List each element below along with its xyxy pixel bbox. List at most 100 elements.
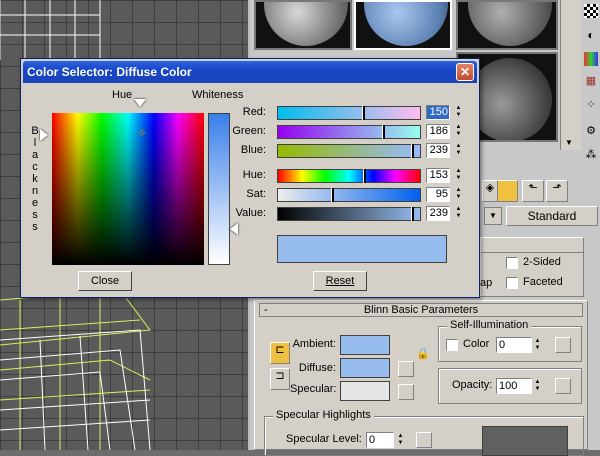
go-to-parent-icon[interactable]: ⬑ [522, 180, 544, 202]
sample-slot-scrollbar[interactable] [560, 0, 581, 150]
opacity-label: Opacity: [452, 379, 493, 391]
value-slider[interactable] [277, 207, 421, 221]
hue-value-field[interactable]: 153 [426, 168, 450, 183]
material-editor-side-toolbar: ◐ ▦ ⁘ ⚙ ⁂ [582, 0, 600, 170]
specular-level-spinner[interactable]: ▲ ▼ [396, 433, 405, 447]
select-by-material-icon[interactable]: ⁂ [584, 148, 598, 162]
sat-slider-thumb[interactable] [331, 188, 334, 202]
blackness-letter: k [32, 173, 38, 185]
specular-map-button[interactable] [398, 384, 414, 400]
material-name-dropdown-arrow-icon[interactable]: ▼ [484, 207, 502, 225]
opacity-map-button[interactable] [555, 378, 571, 394]
blackness-letter: s [32, 221, 38, 233]
red-value-field[interactable]: 150 [426, 105, 450, 120]
specular-level-label: Specular Level: [286, 433, 362, 445]
sample-sphere [468, 2, 552, 46]
lock-ambient-link-icon[interactable]: ⊐ [270, 368, 290, 390]
value-value-field[interactable]: 239 [426, 206, 450, 221]
opacity-field[interactable]: 100 [496, 378, 532, 394]
lock-icon[interactable]: 🔒 [416, 347, 430, 361]
two-sided-checkbox[interactable] [506, 257, 518, 269]
opacity-spinner[interactable]: ▲ ▼ [533, 379, 542, 393]
blackness-letter: n [31, 185, 39, 197]
sample-slot-3[interactable] [456, 0, 558, 50]
result-color-swatch [277, 235, 447, 263]
blinn-rollout-header[interactable]: - Blinn Basic Parameters [259, 303, 583, 317]
color-selector-dialog: Color Selector: Diffuse Color ✕ Hue Whit… [20, 58, 480, 298]
self-illum-spinner[interactable]: ▲ ▼ [533, 338, 542, 352]
self-illum-color-checkbox[interactable] [446, 339, 458, 351]
blue-spinner[interactable]: ▲ ▼ [454, 143, 463, 157]
red-spinner[interactable]: ▲ ▼ [454, 105, 463, 119]
scroll-down-arrow-icon[interactable]: ▼ [562, 138, 576, 148]
hue-slider-thumb[interactable] [363, 169, 366, 183]
green-value-field[interactable]: 186 [426, 124, 450, 139]
faceted-checkbox[interactable] [506, 277, 518, 289]
show-map-in-viewport-icon[interactable]: ◈ [482, 180, 498, 202]
material-map-navigator-icon[interactable] [496, 180, 518, 202]
blackness-letter: B [31, 125, 39, 137]
diffuse-label: Diffuse: [298, 362, 336, 374]
faceted-label: Faceted [523, 276, 563, 288]
close-icon[interactable]: ✕ [456, 63, 474, 81]
make-preview-icon[interactable]: ⁘ [584, 98, 598, 112]
sat-slider[interactable] [277, 188, 421, 202]
self-illum-map-button[interactable] [555, 337, 571, 353]
ambient-diffuse-lock-toggle-icon[interactable]: ⊏ [270, 342, 290, 364]
material-type-button[interactable]: Standard [506, 206, 598, 226]
blue-label: Blue: [240, 144, 266, 156]
video-color-check-icon[interactable]: ▦ [584, 74, 598, 88]
hue-spinner[interactable]: ▲ ▼ [454, 168, 463, 182]
sat-label: Sat: [246, 188, 266, 200]
sat-spinner[interactable]: ▲ ▼ [454, 187, 463, 201]
blue-slider-thumb[interactable] [411, 144, 414, 158]
reset-button[interactable]: Reset [313, 271, 367, 291]
blackness-pointer-icon[interactable] [40, 129, 48, 141]
sat-value-field[interactable]: 95 [426, 187, 450, 202]
dialog-title-bar[interactable]: Color Selector: Diffuse Color ✕ [23, 61, 477, 83]
hue-blackness-picker[interactable]: ✧ [52, 113, 204, 265]
value-spinner[interactable]: ▲ ▼ [454, 206, 463, 220]
close-button[interactable]: Close [78, 271, 132, 291]
specular-color-swatch[interactable] [340, 381, 390, 401]
map-label-fragment: ap [480, 277, 493, 289]
blackness-letter: l [33, 137, 37, 149]
self-illum-value-field[interactable]: 0 [496, 337, 532, 353]
red-slider-thumb[interactable] [362, 106, 365, 120]
backlight-icon[interactable]: ◐ [584, 28, 598, 42]
rollout-header[interactable] [481, 238, 583, 253]
whiteness-pointer-icon[interactable] [230, 223, 238, 235]
specular-label: Specular: [290, 383, 337, 395]
diffuse-color-swatch[interactable] [340, 358, 390, 378]
sample-slot-2[interactable] [354, 0, 452, 50]
highlight-curve-graph [482, 426, 568, 456]
blackness-letter: a [31, 149, 39, 161]
red-slider[interactable] [277, 106, 421, 120]
sample-uv-tiling-icon[interactable] [584, 52, 598, 66]
green-spinner[interactable]: ▲ ▼ [454, 124, 463, 138]
picker-crosshair-icon[interactable]: ✧ [137, 127, 149, 139]
red-label: Red: [242, 106, 266, 118]
ambient-color-swatch[interactable] [340, 335, 390, 355]
hue-value-label: Hue: [242, 169, 266, 181]
specular-level-map-button[interactable] [416, 432, 432, 448]
blue-slider[interactable] [277, 144, 421, 158]
green-slider-thumb[interactable] [382, 125, 385, 139]
blackness-letter: s [32, 209, 38, 221]
specular-level-field[interactable]: 0 [366, 432, 394, 448]
green-slider[interactable] [277, 125, 421, 139]
whiteness-bar[interactable] [208, 113, 230, 265]
blue-value-field[interactable]: 239 [426, 143, 450, 158]
go-forward-sibling-icon[interactable]: ⬏ [546, 180, 568, 202]
options-icon[interactable]: ⚙ [584, 124, 598, 138]
value-slider-thumb[interactable] [411, 207, 414, 221]
background-checker-icon[interactable] [584, 4, 598, 18]
self-illum-color-label: Color [463, 338, 490, 350]
hue-slider[interactable] [277, 169, 421, 183]
two-sided-label: 2-Sided [523, 256, 561, 268]
diffuse-map-button[interactable] [398, 361, 414, 377]
hue-pointer-icon[interactable] [134, 99, 146, 107]
dialog-body: Hue Whiteness Blackness ✧ Red: 150 ▲ ▼ Gr… [24, 85, 476, 294]
green-label: Green: [232, 125, 266, 137]
sample-slot-1[interactable] [254, 0, 352, 50]
